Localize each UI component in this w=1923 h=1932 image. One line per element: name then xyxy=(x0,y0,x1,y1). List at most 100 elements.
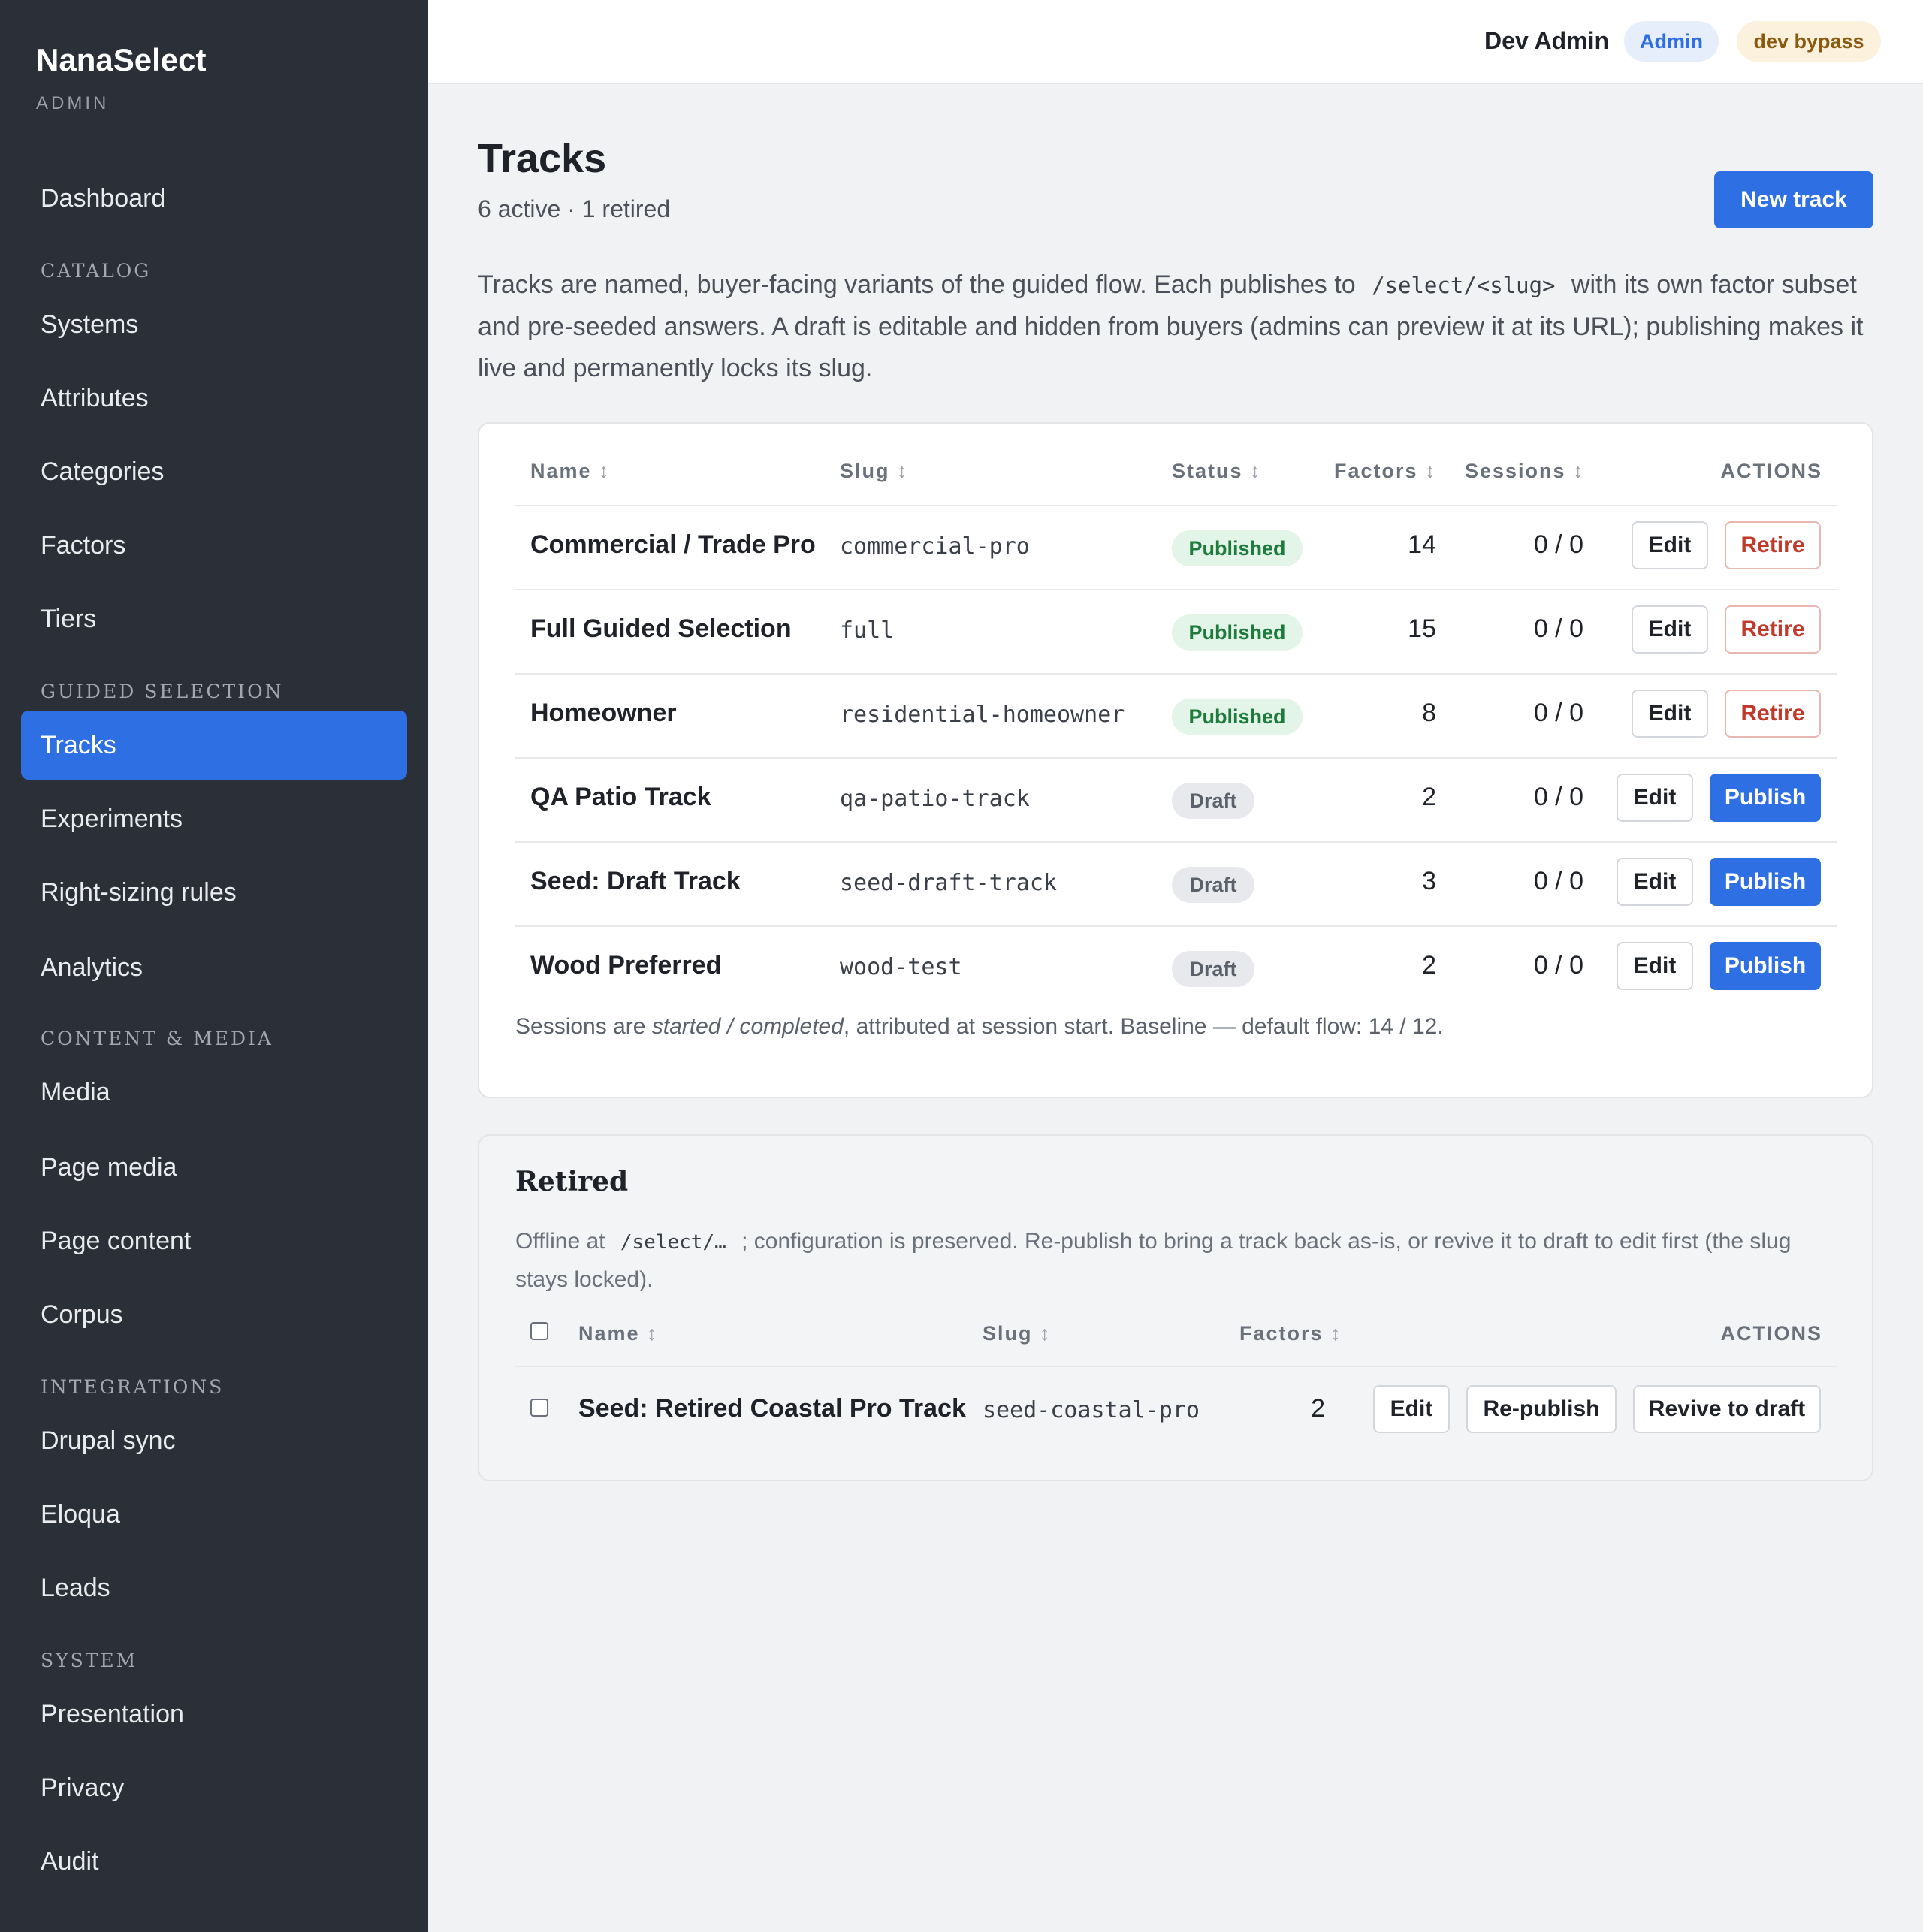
retired-description: Offline at /select/… ; configuration is … xyxy=(515,1223,1837,1299)
sidebar-item-page-media[interactable]: Page media xyxy=(21,1133,407,1202)
column-header-sessions[interactable]: Sessions ↕ xyxy=(1465,460,1585,483)
active-tracks-card: Name ↕ Slug ↕ Status ↕ Factors ↕ Session… xyxy=(478,422,1873,1098)
sidebar-item-factors[interactable]: Factors xyxy=(21,511,407,580)
sidebar-item-page-content[interactable]: Page content xyxy=(21,1206,407,1275)
header-label-factors: Factors xyxy=(1334,460,1418,482)
retired-desc-code: /select/… xyxy=(620,1231,726,1254)
sidebar-item-eloqua[interactable]: Eloqua xyxy=(21,1480,407,1549)
sort-icon: ↕ xyxy=(1330,1322,1342,1345)
retired-title: Retired xyxy=(515,1166,629,1197)
sort-icon: ↕ xyxy=(1040,1322,1052,1345)
retired-tracks-card: Retired Offline at /select/… ; configura… xyxy=(478,1134,1873,1481)
retire-button[interactable]: Retire xyxy=(1725,690,1821,738)
track-sessions: 0 / 0 xyxy=(1533,530,1583,559)
sidebar-item-analytics[interactable]: Analytics xyxy=(21,933,407,1002)
sidebar-item-audit[interactable]: Audit xyxy=(21,1827,407,1896)
track-factors: 2 xyxy=(1422,951,1436,980)
user-name[interactable]: Dev Admin xyxy=(1484,27,1609,55)
track-name: Seed: Retired Coastal Pro Track xyxy=(578,1394,966,1423)
sidebar-section-guided: GUIDED SELECTION xyxy=(41,681,284,702)
column-header-actions: ACTIONS xyxy=(1720,1322,1822,1345)
column-header-slug[interactable]: Slug ↕ xyxy=(840,460,909,483)
retire-button[interactable]: Retire xyxy=(1725,521,1821,569)
sidebar-item-right-sizing-rules[interactable]: Right-sizing rules xyxy=(21,858,407,927)
track-slug: qa-patio-track xyxy=(840,786,1030,812)
track-name: Full Guided Selection xyxy=(530,614,792,643)
track-factors: 2 xyxy=(1422,783,1436,811)
column-header-name[interactable]: Name ↕ xyxy=(578,1322,659,1345)
column-header-name[interactable]: Name ↕ xyxy=(530,460,611,483)
top-bar: Dev Admin Admin dev bypass xyxy=(428,0,1923,84)
sidebar-item-corpus[interactable]: Corpus xyxy=(21,1280,407,1349)
sidebar-item-drupal-sync[interactable]: Drupal sync xyxy=(21,1406,407,1475)
select-all-checkbox[interactable] xyxy=(530,1322,548,1340)
edit-button[interactable]: Edit xyxy=(1632,605,1708,654)
publish-button[interactable]: Publish xyxy=(1710,942,1821,990)
edit-button[interactable]: Edit xyxy=(1617,858,1693,906)
sidebar-item-systems[interactable]: Systems xyxy=(21,290,407,359)
publish-button[interactable]: Publish xyxy=(1710,774,1821,822)
row-divider xyxy=(515,925,1837,927)
retire-button[interactable]: Retire xyxy=(1725,605,1821,654)
track-slug: full xyxy=(840,617,895,644)
sidebar-item-leads[interactable]: Leads xyxy=(21,1553,407,1623)
republish-button[interactable]: Re-publish xyxy=(1466,1385,1617,1433)
sidebar: NanaSelect ADMIN Dashboard CATALOG Syste… xyxy=(0,0,428,1932)
new-track-button[interactable]: New track xyxy=(1714,171,1873,228)
edit-button[interactable]: Edit xyxy=(1632,690,1708,738)
footnote-emphasis: started / completed xyxy=(651,1014,844,1039)
status-badge: Draft xyxy=(1172,783,1254,819)
edit-button[interactable]: Edit xyxy=(1617,774,1693,822)
status-badge: Published xyxy=(1172,530,1303,566)
revive-to-draft-button[interactable]: Revive to draft xyxy=(1633,1385,1821,1433)
publish-button[interactable]: Publish xyxy=(1710,858,1821,906)
sidebar-item-tracks[interactable]: Tracks xyxy=(21,711,407,780)
sort-icon: ↕ xyxy=(1573,460,1585,482)
header-divider xyxy=(515,1366,1837,1367)
track-sessions: 0 / 0 xyxy=(1533,699,1583,727)
edit-button[interactable]: Edit xyxy=(1617,942,1693,990)
sidebar-item-attributes[interactable]: Attributes xyxy=(21,364,407,433)
track-slug: wood-test xyxy=(840,954,962,980)
track-factors: 15 xyxy=(1408,614,1436,643)
column-header-factors[interactable]: Factors ↕ xyxy=(1239,1322,1342,1345)
track-name: Wood Preferred xyxy=(530,951,722,980)
header-divider xyxy=(515,505,1837,506)
header-label-factors: Factors xyxy=(1239,1322,1324,1345)
track-factors: 14 xyxy=(1408,530,1436,559)
row-divider xyxy=(515,757,1837,759)
sidebar-item-media[interactable]: Media xyxy=(21,1058,407,1127)
track-sessions: 0 / 0 xyxy=(1533,614,1583,643)
track-sessions: 0 / 0 xyxy=(1533,867,1583,895)
column-header-factors[interactable]: Factors ↕ xyxy=(1334,460,1437,483)
sidebar-item-dashboard[interactable]: Dashboard xyxy=(21,164,407,233)
track-sessions: 0 / 0 xyxy=(1533,951,1583,980)
status-badge: Draft xyxy=(1172,951,1254,987)
status-badge: Draft xyxy=(1172,867,1254,903)
header-label-slug: Slug xyxy=(983,1322,1033,1345)
header-label-name: Name xyxy=(530,460,592,482)
sidebar-item-experiments[interactable]: Experiments xyxy=(21,784,407,853)
sidebar-section-catalog: CATALOG xyxy=(41,260,152,282)
sidebar-item-presentation[interactable]: Presentation xyxy=(21,1680,407,1749)
track-name: Seed: Draft Track xyxy=(530,867,741,895)
sidebar-section-integrations: INTEGRATIONS xyxy=(41,1376,225,1398)
row-checkbox[interactable] xyxy=(530,1399,548,1417)
sidebar-item-categories[interactable]: Categories xyxy=(21,437,407,506)
column-header-status[interactable]: Status ↕ xyxy=(1172,460,1262,483)
edit-button[interactable]: Edit xyxy=(1373,1385,1450,1433)
row-divider xyxy=(515,589,1837,590)
page-title: Tracks xyxy=(478,136,607,181)
track-name: Homeowner xyxy=(530,699,677,727)
sidebar-item-privacy[interactable]: Privacy xyxy=(21,1753,407,1822)
column-header-slug[interactable]: Slug ↕ xyxy=(983,1322,1052,1345)
brand-name[interactable]: NanaSelect xyxy=(36,42,206,78)
edit-button[interactable]: Edit xyxy=(1632,521,1708,569)
track-slug: seed-coastal-pro xyxy=(983,1397,1200,1423)
header-label-status: Status xyxy=(1172,460,1243,482)
header-label-slug: Slug xyxy=(840,460,890,482)
sidebar-item-tiers[interactable]: Tiers xyxy=(21,584,407,654)
sessions-footnote: Sessions are started / completed, attrib… xyxy=(515,1014,1444,1040)
sidebar-section-content: CONTENT & MEDIA xyxy=(41,1028,273,1049)
track-name: Commercial / Trade Pro xyxy=(530,530,816,559)
